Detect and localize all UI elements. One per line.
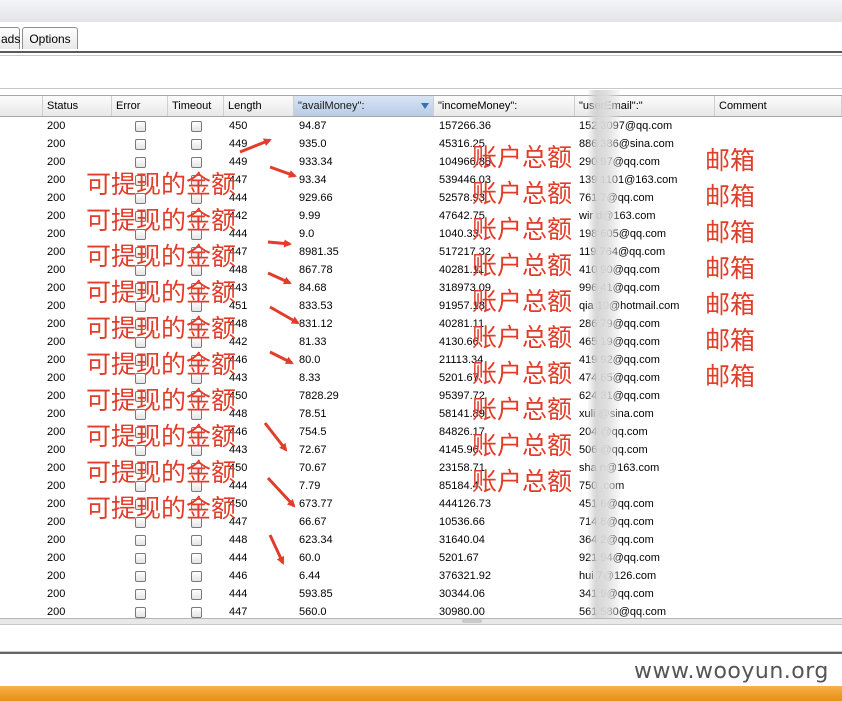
arrow-6 (269, 350, 294, 365)
arrow-3 (267, 239, 292, 248)
arrow-2 (269, 165, 297, 178)
arrow-9 (268, 534, 285, 565)
arrow-8 (266, 476, 296, 508)
annotation-arrows (239, 138, 300, 565)
arrow-1 (239, 138, 272, 154)
arrow-4 (267, 271, 292, 285)
arrow-7 (263, 422, 288, 452)
arrow-5 (269, 305, 300, 325)
